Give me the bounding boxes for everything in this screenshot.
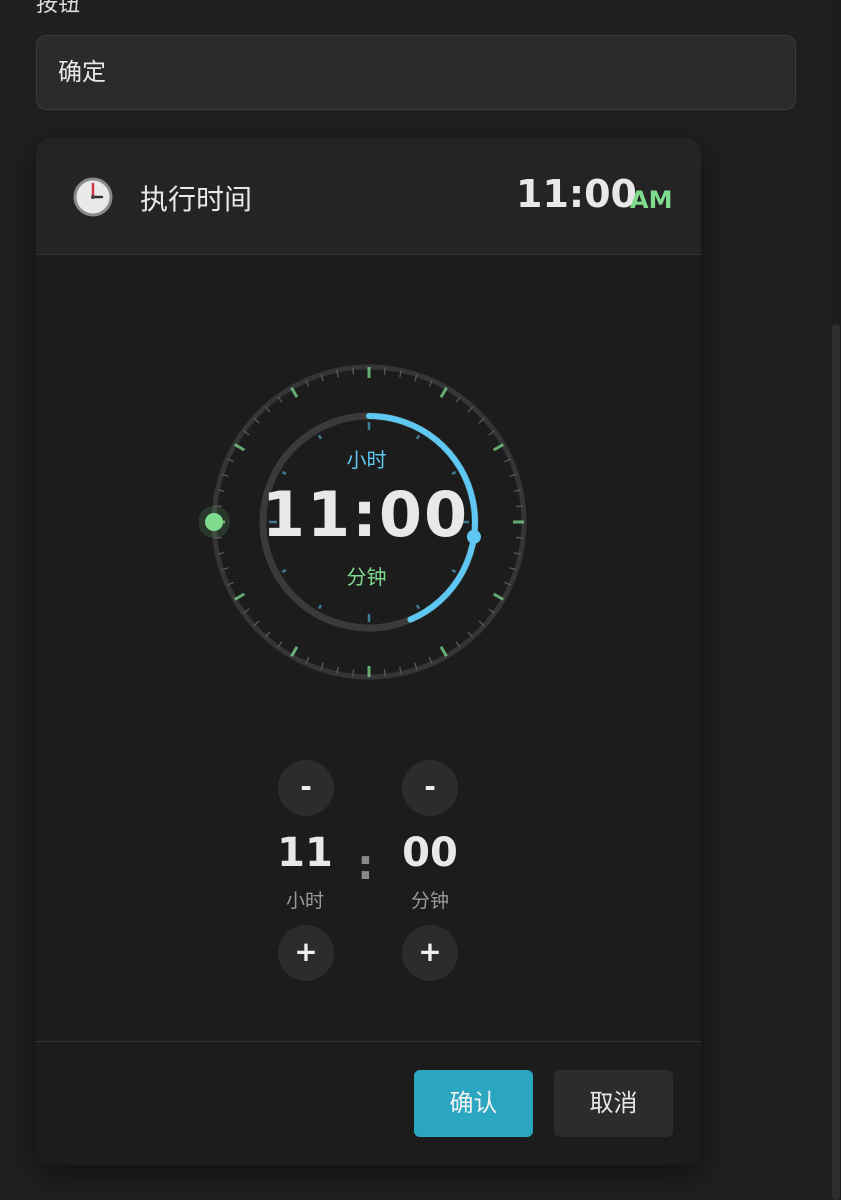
dial-minute-label: 分钟 (346, 565, 387, 589)
am-pm-indicator: AM (630, 186, 673, 214)
minute-major-tick (492, 592, 504, 601)
minute-decrement-button[interactable]: - (402, 760, 458, 816)
hour-tick (415, 434, 421, 440)
minute-value: 00 (402, 830, 458, 876)
minute-stepper-label: 分钟 (410, 890, 449, 912)
selected-time-display: 11:00 (516, 172, 637, 216)
minute-minor-tick (352, 669, 355, 677)
minute-increment-button[interactable]: + (402, 925, 458, 981)
scrollbar-track[interactable] (831, 0, 841, 1200)
minute-major-tick (439, 645, 448, 657)
hour-value: 11 (277, 830, 333, 876)
scrollbar-thumb[interactable] (832, 324, 840, 1200)
hour-tick (317, 604, 323, 610)
hour-tick (415, 604, 421, 610)
clock-icon (73, 177, 113, 217)
hour-decrement-button[interactable]: - (278, 760, 334, 816)
time-separator: : (357, 840, 374, 889)
minute-minor-tick (383, 669, 386, 677)
dial-time-display: 11:00 (261, 478, 470, 551)
minute-minor-tick (383, 367, 386, 375)
footer-divider (36, 1041, 701, 1042)
hour-tick (317, 434, 323, 440)
hour-increment-button[interactable]: + (278, 925, 334, 981)
minute-major-tick (234, 592, 246, 601)
hour-stepper-label: 小时 (285, 890, 324, 912)
confirm-button[interactable]: 确认 (414, 1070, 533, 1137)
cancel-button[interactable]: 取消 (554, 1070, 673, 1137)
minute-major-tick (290, 645, 299, 657)
field-label: 按钮 (36, 0, 81, 17)
time-picker-header: 执行时间 11:00 AM (36, 138, 701, 255)
minute-minor-tick (352, 367, 355, 375)
picker-title: 执行时间 (140, 183, 253, 216)
minute-major-tick (290, 387, 299, 399)
time-picker-panel: 执行时间 11:00 AM 小时 11:00 分钟 - 11 小时 + : - … (36, 138, 701, 1165)
dial-hour-label: 小时 (346, 448, 387, 472)
button-text-input[interactable]: 确定 (36, 35, 796, 110)
minute-major-tick (439, 387, 448, 399)
